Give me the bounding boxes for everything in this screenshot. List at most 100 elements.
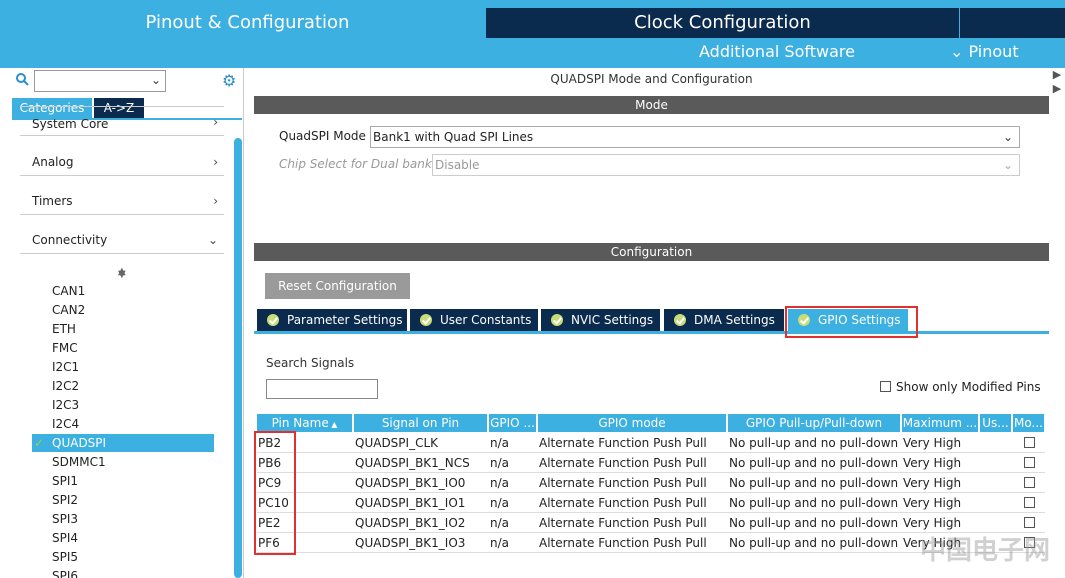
category-label: System Core: [32, 117, 109, 131]
peripheral-item-i2c4[interactable]: I2C4: [32, 415, 214, 433]
peripheral-item-spi6[interactable]: SPI6: [32, 567, 214, 578]
search-signals-input[interactable]: [266, 379, 378, 399]
pinout-menu[interactable]: ⌄ Pinout: [950, 40, 1019, 64]
column-header-signal-on-pin[interactable]: Signal on Pin: [354, 414, 488, 432]
page-title: QUADSPI Mode and Configuration: [550, 72, 753, 86]
modified-checkbox[interactable]: [1024, 437, 1035, 448]
peripheral-item-i2c2[interactable]: I2C2: [32, 377, 214, 395]
peripheral-item-spi4[interactable]: SPI4: [32, 529, 214, 547]
column-header-gpio-mode[interactable]: GPIO mode: [538, 414, 727, 432]
sidebar-scrollbar[interactable]: [234, 138, 242, 578]
sidebar: ⌄ ⚙ Categories A->Z System Core › Analog…: [10, 68, 244, 578]
highlight-box-pin-names: [254, 431, 296, 555]
tab-clock-configuration[interactable]: Clock Configuration: [486, 8, 959, 38]
modified-checkbox[interactable]: [1024, 497, 1035, 508]
tab-pinout-configuration[interactable]: Pinout & Configuration: [10, 8, 485, 38]
chevron-down-icon: ⌄: [950, 42, 964, 61]
tab-dma-settings[interactable]: DMA Settings: [664, 309, 784, 331]
column-header-maximum-output-speed[interactable]: Maximum ...: [902, 414, 979, 432]
category-label: Analog: [32, 155, 74, 169]
table-row[interactable]: PC9 QUADSPI_BK1_IO0 n/a Alternate Function …: [257, 473, 1045, 493]
cell-gpio-output-level: n/a: [490, 536, 510, 550]
cell-maximum-output-speed: Very High: [903, 476, 962, 490]
column-header-gpio-pull[interactable]: GPIO Pull-up/Pull-down: [728, 414, 901, 432]
chevron-right-icon: ▶: [1052, 82, 1062, 95]
quadspi-mode-row: QuadSPI Mode Bank1 with Quad SPI Lines ⌄: [279, 126, 1049, 148]
column-header-user-label[interactable]: Us...: [980, 414, 1012, 432]
gear-icon[interactable]: ⚙: [222, 71, 236, 90]
check-circle-icon: [420, 314, 432, 326]
cell-gpio-mode: Alternate Function Push Pull: [539, 436, 707, 450]
peripheral-item-i2c1[interactable]: I2C1: [32, 358, 214, 376]
column-header-pin-name[interactable]: Pin Name ▲: [257, 414, 353, 432]
cell-gpio-mode: Alternate Function Push Pull: [539, 496, 707, 510]
column-header-modified[interactable]: Mo...: [1013, 414, 1045, 432]
tab-nvic-settings[interactable]: NVIC Settings: [541, 309, 660, 331]
cell-gpio-mode: Alternate Function Push Pull: [539, 516, 707, 530]
column-header-label: Us...: [982, 416, 1009, 430]
cell-gpio-pull: No pull-up and no pull-down: [729, 456, 899, 470]
peripheral-item-fmc[interactable]: FMC: [32, 339, 214, 357]
cell-maximum-output-speed: Very High: [903, 496, 962, 510]
tab-parameter-settings[interactable]: Parameter Settings: [257, 309, 407, 331]
additional-software-menu[interactable]: Additional Software: [699, 40, 855, 64]
collapse-panel-handle[interactable]: ▶ ▶: [1049, 68, 1065, 108]
peripheral-item-spi3[interactable]: SPI3: [32, 510, 214, 528]
peripheral-label: SPI4: [52, 531, 79, 545]
cell-signal-on-pin: QUADSPI_BK1_IO1: [355, 496, 466, 510]
peripheral-label: SDMMC1: [52, 455, 106, 469]
cell-gpio-output-level: n/a: [490, 476, 510, 490]
modified-checkbox[interactable]: [1024, 517, 1035, 528]
peripheral-label: I2C4: [52, 417, 80, 431]
peripheral-item-eth[interactable]: ETH: [32, 320, 214, 338]
quadspi-mode-value: Bank1 with Quad SPI Lines: [373, 130, 534, 144]
cell-maximum-output-speed: Very High: [903, 456, 962, 470]
search-icon[interactable]: [16, 73, 29, 90]
category-analog[interactable]: Analog ›: [20, 146, 224, 176]
tab-user-constants[interactable]: User Constants: [410, 309, 538, 331]
mode-section-header: Mode: [254, 96, 1049, 114]
table-row[interactable]: PC10 QUADSPI_BK1_IO1 n/a Alternate Function…: [257, 493, 1045, 513]
search-combobox[interactable]: ⌄: [34, 70, 166, 92]
category-timers[interactable]: Timers ›: [20, 185, 224, 215]
peripheral-item-quadspi[interactable]: ✓ QUADSPI: [32, 434, 214, 452]
sort-ascending-icon: ▲: [328, 420, 338, 429]
modified-checkbox[interactable]: [1024, 457, 1035, 468]
column-header-label: Maximum ...: [902, 416, 978, 430]
chip-select-row: Chip Select for Dual bank Disable ⌄: [279, 154, 1049, 176]
cell-maximum-output-speed: Very High: [903, 436, 962, 450]
peripheral-item-spi2[interactable]: SPI2: [32, 491, 214, 509]
category-system-core[interactable]: System Core ›: [20, 106, 224, 136]
show-modified-pins-checkbox[interactable]: Show only Modified Pins: [880, 380, 1041, 394]
pinout-menu-label: Pinout: [968, 42, 1019, 61]
check-circle-icon: [674, 314, 686, 326]
chevron-down-icon: ⌄: [150, 73, 161, 87]
peripheral-label: ETH: [52, 322, 76, 336]
tab-label: User Constants: [440, 313, 532, 327]
cell-gpio-pull: No pull-up and no pull-down: [729, 496, 899, 510]
peripheral-item-sdmmc1[interactable]: SDMMC1: [32, 453, 214, 471]
reset-configuration-button[interactable]: Reset Configuration: [265, 273, 410, 299]
tab-label: Parameter Settings: [287, 313, 403, 327]
peripheral-item-spi5[interactable]: SPI5: [32, 548, 214, 566]
quadspi-mode-select[interactable]: Bank1 with Quad SPI Lines ⌄: [370, 126, 1020, 148]
column-header-label: GPIO mode: [598, 416, 666, 430]
chevron-right-icon: ›: [213, 115, 218, 129]
cell-gpio-mode: Alternate Function Push Pull: [539, 536, 707, 550]
peripheral-label: QUADSPI: [52, 436, 107, 450]
table-row[interactable]: PB6 QUADSPI_BK1_NCS n/a Alternate Function …: [257, 453, 1045, 473]
category-connectivity[interactable]: Connectivity ⌄: [20, 224, 224, 254]
peripheral-item-spi1[interactable]: SPI1: [32, 472, 214, 490]
peripheral-item-can1[interactable]: CAN1: [32, 282, 214, 300]
peripheral-label: SPI2: [52, 493, 79, 507]
table-row[interactable]: PB2 QUADSPI_CLK n/a Alternate Function Push…: [257, 433, 1045, 453]
modified-checkbox[interactable]: [1024, 477, 1035, 488]
column-header-gpio-output-level[interactable]: GPIO ...: [489, 414, 537, 432]
peripheral-label: I2C3: [52, 398, 80, 412]
top-bar: Pinout & Configuration Clock Configurati…: [0, 0, 1065, 68]
peripheral-item-can2[interactable]: CAN2: [32, 301, 214, 319]
peripheral-label: SPI6: [52, 569, 79, 578]
peripheral-label: CAN1: [52, 284, 86, 298]
tab-project-manager[interactable]: [960, 8, 1065, 38]
peripheral-item-i2c3[interactable]: I2C3: [32, 396, 214, 414]
